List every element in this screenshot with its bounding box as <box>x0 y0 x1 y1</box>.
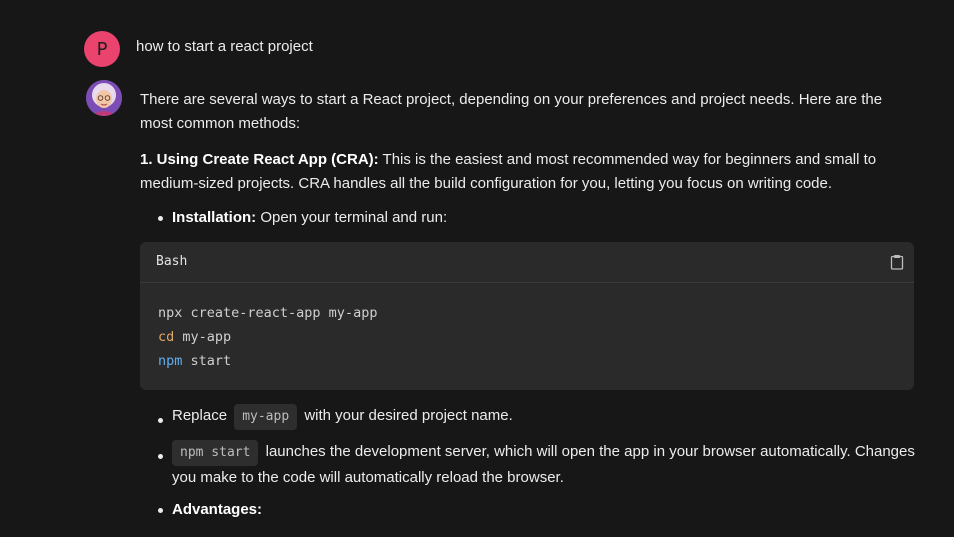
replace-prefix: Replace <box>172 407 232 424</box>
bullet-list: Installation: Open your terminal and run… <box>140 206 915 230</box>
bullet-dot <box>158 418 163 423</box>
code-arg: my-app <box>174 329 232 345</box>
assistant-avatar <box>86 80 122 116</box>
method-heading: 1. Using Create React App (CRA): <box>140 151 379 168</box>
installation-text: Open your terminal and run: <box>256 209 448 226</box>
avatar-portrait-icon <box>86 80 122 116</box>
bullet-dot <box>158 508 163 513</box>
advantages-label: Advantages: <box>172 501 263 518</box>
bullet-dot <box>158 216 163 221</box>
list-item-npm-start: npm start launches the development serve… <box>140 440 915 490</box>
chat-page: P how to start a react project There are… <box>0 0 954 537</box>
code-line: cd my-app <box>158 325 896 349</box>
bullet-dot <box>158 454 163 459</box>
list-item-installation: Installation: Open your terminal and run… <box>140 206 915 230</box>
assistant-answer: There are several ways to start a React … <box>140 88 915 530</box>
replace-suffix: with your desired project name. <box>300 407 513 424</box>
bullet-list-2: Replace my-app with your desired project… <box>140 404 915 522</box>
list-item-replace: Replace my-app with your desired project… <box>140 404 915 430</box>
code-body[interactable]: npx create-react-app my-app cd my-app npm … <box>140 283 914 373</box>
code-language: Bash <box>156 254 188 269</box>
code-line: npm start <box>158 349 896 373</box>
installation-label: Installation: <box>172 209 257 226</box>
code-arg: start <box>182 353 232 369</box>
method-paragraph: 1. Using Create React App (CRA): This is… <box>140 148 915 196</box>
code-keyword: npm <box>158 353 183 369</box>
code-keyword: cd <box>158 329 175 345</box>
code-line: npx create-react-app my-app <box>158 305 378 321</box>
inline-code-npm-start: npm start <box>172 440 259 466</box>
user-avatar[interactable]: P <box>84 31 120 67</box>
npm-start-text: launches the development server, which w… <box>172 443 915 486</box>
code-header: Bash <box>140 242 914 283</box>
clipboard-icon[interactable] <box>890 254 904 270</box>
inline-code-my-app: my-app <box>234 404 298 430</box>
user-message: how to start a react project <box>136 38 313 55</box>
list-item-advantages: Advantages: <box>140 498 915 522</box>
code-block: Bash npx create-react-app my-app cd my-ap… <box>140 242 914 390</box>
intro-paragraph: There are several ways to start a React … <box>140 91 883 132</box>
